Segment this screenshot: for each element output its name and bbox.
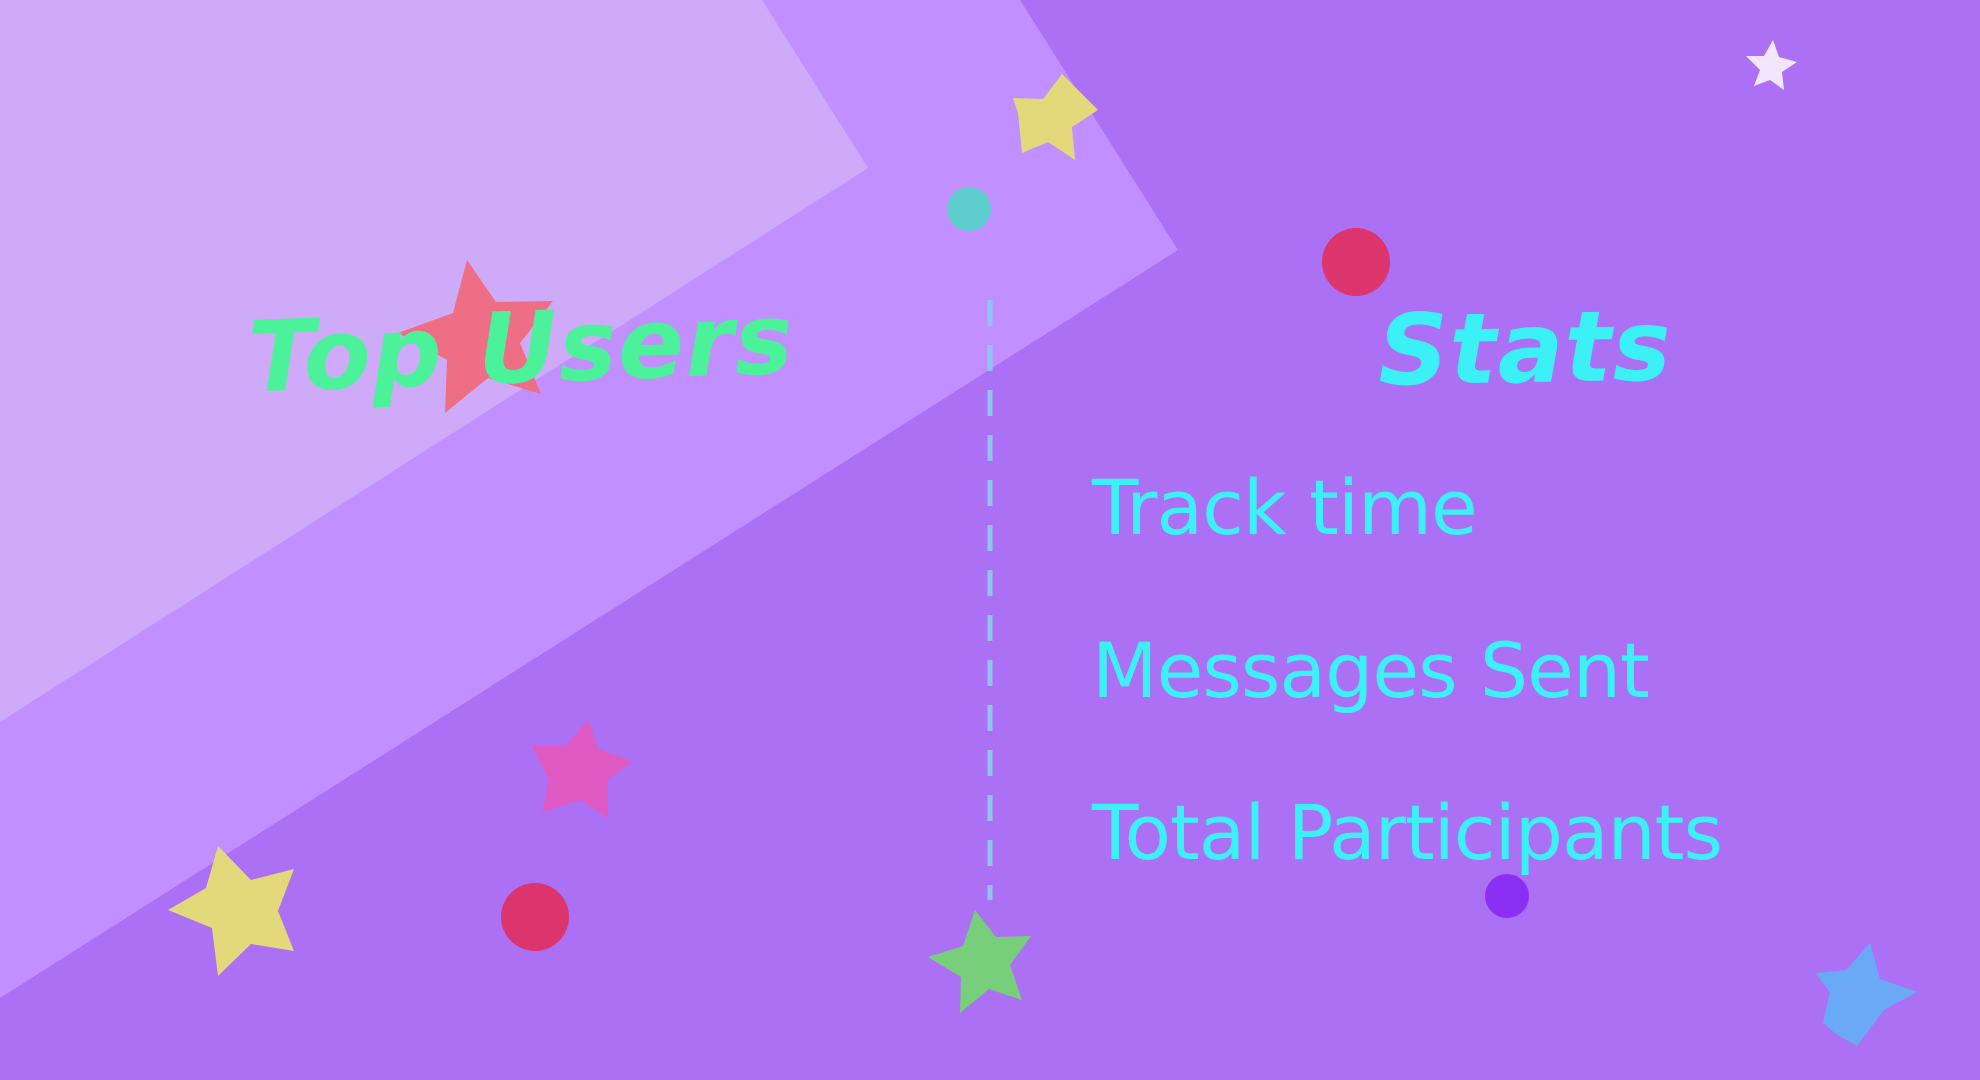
stat-item-track-time: Track time (1092, 463, 1478, 552)
stat-item-total-participants: Total Participants (1092, 788, 1723, 877)
dot-icon (501, 883, 569, 951)
stat-item-messages-sent: Messages Sent (1092, 626, 1650, 715)
star-icon (1746, 40, 1797, 90)
stats-title: Stats (1377, 289, 1673, 409)
star-icon (1815, 943, 1917, 1046)
background-graphics (0, 0, 1917, 1046)
dot-icon (1485, 874, 1529, 918)
dot-icon (1322, 228, 1390, 296)
top-users-title: Top Users (246, 282, 796, 416)
dot-icon (947, 187, 991, 231)
star-icon (532, 720, 633, 818)
star-icon (928, 910, 1031, 1013)
slide-canvas: Top Users Stats Track time Messages Sent… (0, 0, 1980, 1080)
